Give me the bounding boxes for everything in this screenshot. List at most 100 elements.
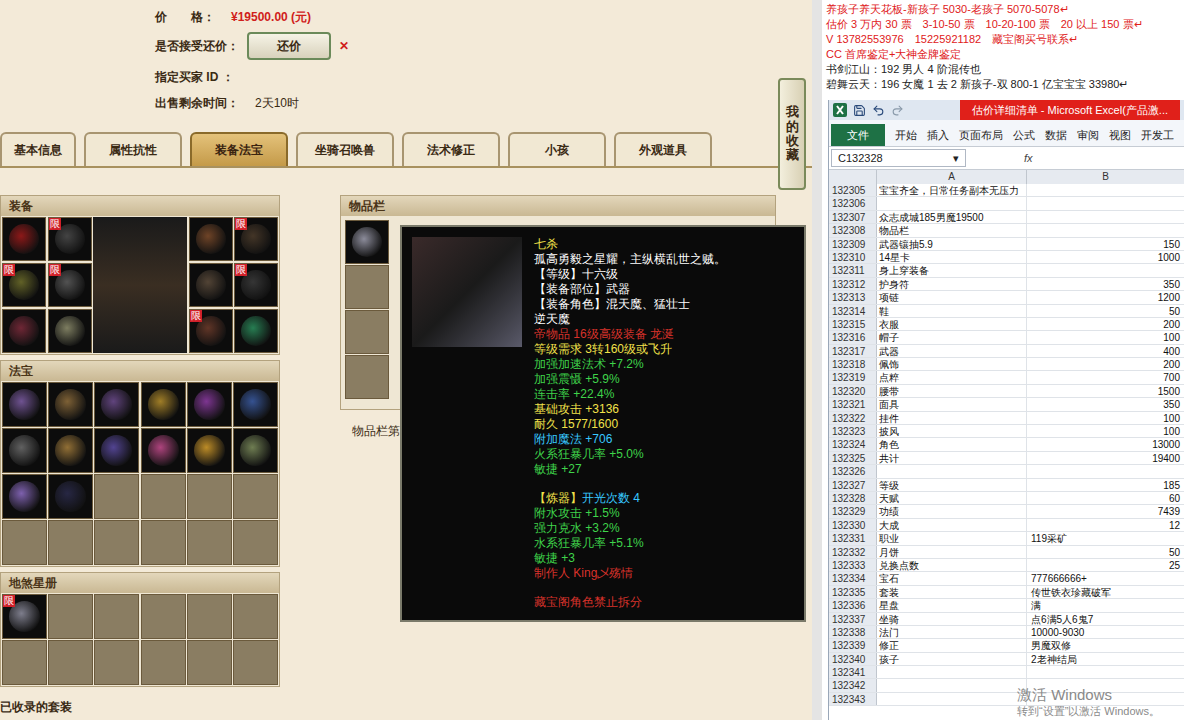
- row-number[interactable]: 132309: [829, 238, 877, 250]
- row-number[interactable]: 132332: [829, 546, 877, 558]
- cell[interactable]: 月饼: [877, 546, 1027, 558]
- item-slot[interactable]: 限: [48, 217, 92, 261]
- item-slot[interactable]: [48, 594, 93, 639]
- cell[interactable]: 700: [1027, 371, 1184, 383]
- item-slot[interactable]: [233, 520, 278, 565]
- row-number[interactable]: 132336: [829, 599, 877, 611]
- item-slot[interactable]: [48, 309, 92, 353]
- row-number[interactable]: 132320: [829, 385, 877, 397]
- item-slot[interactable]: [189, 263, 233, 307]
- row-number[interactable]: 132343: [829, 693, 877, 705]
- cell[interactable]: 119采矿: [1027, 532, 1184, 544]
- item-slot[interactable]: [141, 428, 186, 473]
- row-number[interactable]: 132341: [829, 666, 877, 678]
- cell[interactable]: 天赋: [877, 492, 1027, 504]
- excel-icon[interactable]: [833, 103, 847, 117]
- cell[interactable]: 功绩: [877, 505, 1027, 517]
- cell[interactable]: 185: [1027, 479, 1184, 491]
- item-slot[interactable]: 限: [2, 263, 46, 307]
- item-slot[interactable]: [94, 474, 139, 519]
- cell[interactable]: 50: [1027, 305, 1184, 317]
- item-slot[interactable]: [233, 428, 278, 473]
- cell[interactable]: 2老神结局: [1027, 653, 1184, 665]
- close-mark[interactable]: ✕: [339, 37, 349, 55]
- cell[interactable]: 角色: [877, 438, 1027, 450]
- row-number[interactable]: 132327: [829, 479, 877, 491]
- item-slot[interactable]: [233, 382, 278, 427]
- item-slot[interactable]: [94, 428, 139, 473]
- cell[interactable]: 宝石: [877, 572, 1027, 584]
- item-slot[interactable]: 限: [48, 263, 92, 307]
- cell[interactable]: 点粹: [877, 371, 1027, 383]
- cell[interactable]: 武器: [877, 345, 1027, 357]
- cell[interactable]: 等级: [877, 479, 1027, 491]
- cell[interactable]: 点6满5人6鬼7: [1027, 613, 1184, 625]
- item-slot[interactable]: [345, 355, 389, 399]
- tab[interactable]: 小孩: [508, 132, 606, 166]
- item-slot[interactable]: [233, 594, 278, 639]
- cell[interactable]: 坐骑: [877, 613, 1027, 625]
- item-slot[interactable]: [187, 474, 232, 519]
- row-number[interactable]: 132334: [829, 572, 877, 584]
- cell[interactable]: [1027, 264, 1184, 276]
- undo-icon[interactable]: [872, 104, 885, 117]
- cell[interactable]: 10000-9030: [1027, 626, 1184, 638]
- favorite-button[interactable]: 我的收藏: [778, 78, 806, 190]
- item-slot[interactable]: [2, 640, 47, 685]
- item-slot[interactable]: [2, 474, 47, 519]
- item-slot[interactable]: [187, 594, 232, 639]
- row-number[interactable]: 132307: [829, 211, 877, 223]
- cell[interactable]: 200: [1027, 358, 1184, 370]
- ribbon-tab[interactable]: 视图: [1109, 124, 1131, 146]
- cell[interactable]: [877, 693, 1027, 705]
- cell[interactable]: 13000: [1027, 438, 1184, 450]
- item-slot[interactable]: [48, 382, 93, 427]
- cell[interactable]: 鞋: [877, 305, 1027, 317]
- cell[interactable]: 777666666+: [1027, 572, 1184, 584]
- cell[interactable]: 孩子: [877, 653, 1027, 665]
- row-number[interactable]: 132318: [829, 358, 877, 370]
- name-box[interactable]: C132328▾: [831, 149, 966, 167]
- cell[interactable]: 传世铁衣珍藏破军: [1027, 586, 1184, 598]
- bargain-button[interactable]: 还价: [247, 32, 331, 60]
- row-number[interactable]: 132321: [829, 398, 877, 410]
- item-slot[interactable]: [94, 594, 139, 639]
- cell[interactable]: 法门: [877, 626, 1027, 638]
- row-number[interactable]: 132323: [829, 425, 877, 437]
- row-number[interactable]: 132310: [829, 251, 877, 263]
- ribbon-tab[interactable]: 插入: [927, 124, 949, 146]
- cell[interactable]: 100: [1027, 425, 1184, 437]
- item-slot[interactable]: [233, 474, 278, 519]
- row-number[interactable]: 132319: [829, 371, 877, 383]
- item-slot[interactable]: [48, 474, 93, 519]
- cell[interactable]: 100: [1027, 331, 1184, 343]
- item-slot[interactable]: [141, 520, 186, 565]
- item-slot[interactable]: [141, 382, 186, 427]
- row-number[interactable]: 132325: [829, 452, 877, 464]
- item-slot[interactable]: [48, 520, 93, 565]
- cell[interactable]: 挂件: [877, 412, 1027, 424]
- item-slot[interactable]: [2, 217, 46, 261]
- row-number[interactable]: 132311: [829, 264, 877, 276]
- item-slot[interactable]: [94, 520, 139, 565]
- scrollbar[interactable]: [812, 0, 822, 720]
- save-icon[interactable]: [853, 104, 866, 117]
- cell[interactable]: 7439: [1027, 505, 1184, 517]
- cell[interactable]: [1027, 666, 1184, 678]
- cell[interactable]: 50: [1027, 546, 1184, 558]
- row-number[interactable]: 132326: [829, 465, 877, 477]
- cell[interactable]: [1027, 197, 1184, 209]
- cell[interactable]: 星盘: [877, 599, 1027, 611]
- ribbon-tab[interactable]: 开始: [895, 124, 917, 146]
- item-slot[interactable]: [345, 220, 389, 264]
- tab[interactable]: 外观道具: [614, 132, 712, 166]
- item-slot[interactable]: [141, 640, 186, 685]
- cell[interactable]: [1027, 211, 1184, 223]
- row-number[interactable]: 132314: [829, 305, 877, 317]
- item-slot[interactable]: 限: [189, 309, 233, 353]
- row-number[interactable]: 132313: [829, 291, 877, 303]
- item-slot[interactable]: [234, 309, 278, 353]
- cell[interactable]: 60: [1027, 492, 1184, 504]
- row-number[interactable]: 132335: [829, 586, 877, 598]
- cell[interactable]: [1027, 465, 1184, 477]
